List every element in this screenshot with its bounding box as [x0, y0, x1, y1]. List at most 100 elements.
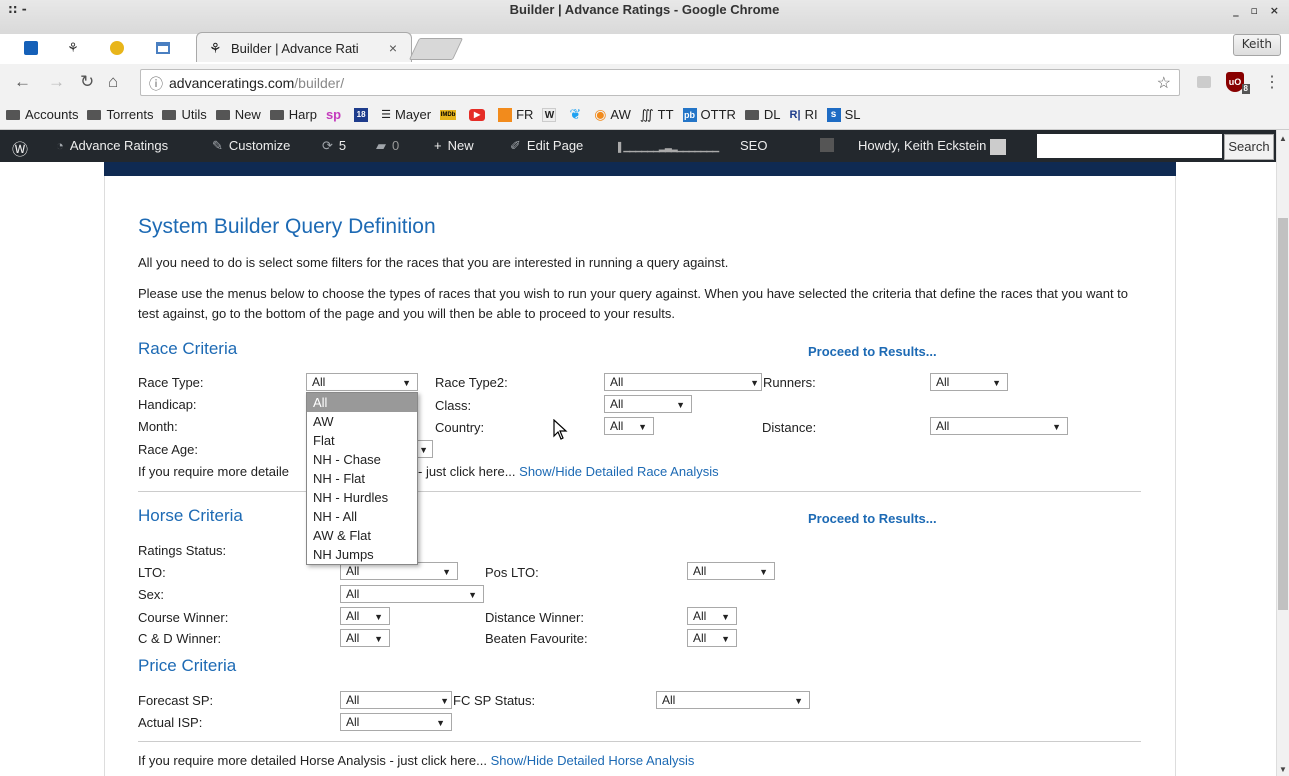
dropdown-option[interactable]: NH - Flat [307, 469, 417, 488]
window-controls[interactable]: _ ▫ × [1233, 4, 1283, 17]
tab-pinned-3[interactable] [100, 35, 134, 61]
distance-select[interactable]: All ▼ [930, 417, 1068, 435]
info-icon[interactable]: ⓘ [149, 74, 163, 94]
ublock-icon[interactable]: uO 8 [1226, 72, 1250, 94]
wp-comments[interactable]: ▰ 0 [376, 138, 399, 154]
chevron-down-icon: ▼ [992, 378, 1001, 388]
race-analysis-link[interactable]: Show/Hide Detailed Race Analysis [519, 464, 718, 479]
wp-search-input[interactable] [1037, 134, 1222, 158]
chrome-menu-icon[interactable]: ⋮ [1264, 72, 1280, 92]
distance-winner-select[interactable]: All ▼ [687, 607, 737, 625]
wp-customize[interactable]: ✎ Customize [212, 138, 290, 154]
dropdown-option[interactable]: AW [307, 412, 417, 431]
race-type-select[interactable]: All ▼ [306, 373, 418, 391]
bookmark-ri[interactable]: R| RI [790, 107, 818, 122]
bookmark-new[interactable]: New [215, 107, 261, 122]
class-select[interactable]: All ▼ [604, 395, 692, 413]
runners-select[interactable]: All ▼ [930, 373, 1008, 391]
bookmark-dl[interactable]: DL [744, 107, 781, 122]
scrollbar[interactable]: ▲ ▼ [1276, 130, 1289, 776]
bookmark-18[interactable]: 18 [354, 107, 372, 122]
beaten-favourite-select[interactable]: All ▼ [687, 629, 737, 647]
tab-pinned-4[interactable] [146, 35, 180, 61]
country-select[interactable]: All ▼ [604, 417, 654, 435]
bookmark-twitter[interactable]: ❦ [569, 106, 585, 123]
wp-notifications[interactable] [820, 138, 834, 155]
dropdown-option[interactable]: NH - Hurdles [307, 488, 417, 507]
instructions-text: Please use the menus below to choose the… [138, 286, 1129, 321]
tab-pinned-2[interactable]: ⚘ [56, 35, 90, 61]
race-criteria-heading: Race Criteria [138, 339, 238, 358]
race-type-dropdown-list[interactable]: All AW Flat NH - Chase NH - Flat NH - Hu… [306, 392, 418, 565]
tab-active[interactable]: ⚘ Builder | Advance Rati × [196, 32, 412, 62]
horse-analysis-link[interactable]: Show/Hide Detailed Horse Analysis [491, 753, 695, 768]
race-type2-select[interactable]: All ▼ [604, 373, 762, 391]
bookmark-harp[interactable]: Harp [269, 107, 317, 122]
wordpress-icon[interactable]: Ⓦ [12, 136, 28, 160]
bookmark-torrents[interactable]: Torrents [87, 107, 153, 122]
bookmark-tt[interactable]: ∭ TT [640, 107, 674, 123]
dropdown-option[interactable]: NH - All [307, 507, 417, 526]
bookmark-star-icon[interactable]: ☆ [1157, 73, 1171, 93]
back-icon[interactable]: ← [14, 72, 31, 92]
chevron-down-icon: ▼ [1052, 422, 1061, 432]
fc-sp-status-select[interactable]: All ▼ [656, 691, 810, 709]
bookmarks-bar: Accounts Torrents Utils New Harp sp 18 ☰… [0, 100, 1289, 130]
dropdown-option[interactable]: AW & Flat [307, 526, 417, 545]
bookmark-accounts[interactable]: Accounts [6, 107, 78, 122]
bookmark-utils[interactable]: Utils [162, 107, 207, 122]
beaten-favourite-label: Beaten Favourite: [485, 631, 588, 646]
wp-search-button[interactable]: Search [1224, 134, 1274, 160]
dropdown-option[interactable]: NH - Chase [307, 450, 417, 469]
dropdown-option[interactable]: NH Jumps [307, 545, 417, 564]
bookmark-youtube[interactable]: ▶ [469, 108, 489, 121]
brush-icon: ✎ [212, 138, 223, 153]
bookmark-aw[interactable]: ◉ AW [594, 106, 631, 123]
horse-icon: ⚘ [209, 40, 222, 56]
wp-site-name[interactable]: ◔ Advance Ratings [56, 138, 168, 153]
profile-button[interactable]: Keith [1232, 34, 1281, 56]
pos-lto-select[interactable]: All ▼ [687, 562, 775, 580]
reload-icon[interactable]: ↻ [80, 72, 94, 92]
bookmark-ottr[interactable]: pb OTTR [682, 107, 736, 122]
bookmark-fr[interactable]: FR [498, 107, 533, 122]
sex-select[interactable]: All ▼ [340, 585, 484, 603]
actual-isp-select[interactable]: All ▼ [340, 713, 452, 731]
bookmark-imdb[interactable]: IMDb [440, 109, 460, 120]
wp-seo[interactable]: SEO [740, 138, 767, 153]
proceed-to-results-link-2[interactable]: Proceed to Results... [808, 511, 937, 526]
race-age-label: Race Age: [138, 442, 198, 457]
chevron-down-icon: ▼ [759, 567, 768, 577]
chevron-down-icon: ▼ [402, 378, 411, 388]
course-winner-select[interactable]: All ▼ [340, 607, 390, 625]
bookmark-sl[interactable]: s SL [826, 107, 860, 122]
cd-winner-select[interactable]: All ▼ [340, 629, 390, 647]
address-bar[interactable]: ⓘ advanceratings.com/builder/ ☆ [140, 69, 1180, 96]
bookmark-mayer[interactable]: ☰ Mayer [381, 107, 431, 122]
proceed-to-results-link[interactable]: Proceed to Results... [808, 344, 937, 359]
horse-icon: ⚘ [67, 40, 79, 55]
bookmark-sp[interactable]: sp [326, 107, 345, 122]
folder-icon [87, 109, 102, 120]
extension-icon[interactable] [1197, 76, 1211, 88]
scroll-up-icon[interactable]: ▲ [1279, 134, 1287, 143]
wp-howdy[interactable]: Howdy, Keith Eckstein [858, 138, 1007, 155]
wp-updates[interactable]: ⟳ 5 [322, 138, 346, 154]
cd-winner-label: C & D Winner: [138, 631, 222, 646]
home-icon[interactable]: ⌂ [108, 72, 118, 92]
stats-sparkline-icon[interactable]: ▌▁▁▁▁▁▁▂▃▂▁▁▁▁▁▁▁ [618, 142, 719, 153]
dropdown-option[interactable]: Flat [307, 431, 417, 450]
scroll-down-icon[interactable]: ▼ [1279, 765, 1287, 774]
new-tab-button[interactable] [408, 38, 464, 60]
wp-admin-bar: Ⓦ ◔ Advance Ratings ✎ Customize ⟳ 5 ▰ 0 + New… [0, 130, 1289, 162]
scrollbar-thumb[interactable] [1278, 218, 1288, 610]
dropdown-option[interactable]: All [307, 393, 417, 412]
forward-icon[interactable]: → [48, 72, 65, 92]
wp-new[interactable]: + New [434, 138, 474, 153]
tab-pinned-1[interactable] [14, 35, 48, 61]
wp-edit-page[interactable]: ✐ Edit Page [510, 138, 583, 154]
folder-icon [162, 109, 177, 120]
bookmark-wikipedia[interactable]: W [542, 107, 560, 122]
forecast-sp-select[interactable]: All ▼ [340, 691, 452, 709]
tab-close-icon[interactable]: × [389, 40, 397, 56]
